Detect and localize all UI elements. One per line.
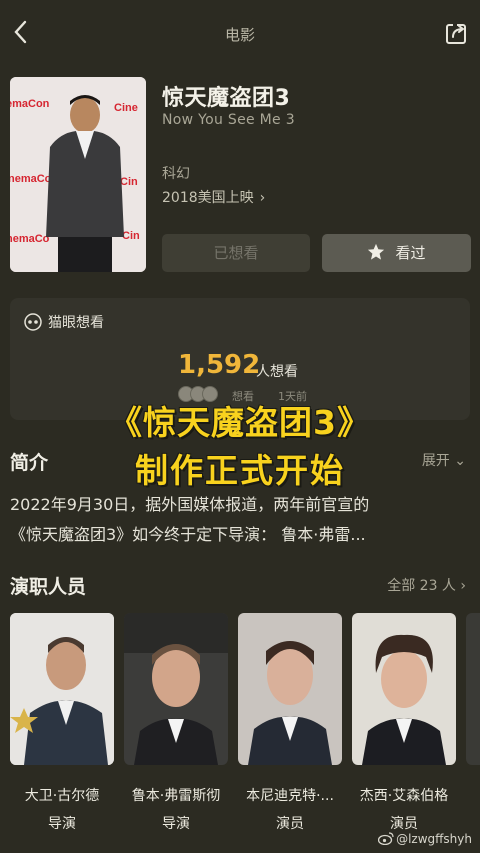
cat-eye-icon (24, 313, 42, 331)
cast-photo (238, 613, 342, 765)
cast-card[interactable] (466, 613, 480, 765)
share-icon (446, 24, 466, 44)
cast-list: 大卫·古尔德 导演 鲁本·弗雷斯彻 导演 本尼迪克特·... 演员 杰西·艾森伯… (10, 613, 480, 843)
maoyan-label: 猫眼想看 (48, 315, 104, 331)
weibo-icon (378, 832, 394, 845)
star-icon (368, 243, 385, 260)
cast-name: 大卫·古尔德 (24, 788, 100, 804)
summary-line: 《惊天魔盗团3》如今终于定下导演： 鲁本·弗雷... (10, 525, 366, 544)
watermark-text: @lzwgffshyh (396, 832, 472, 846)
share-button[interactable] (444, 22, 468, 46)
movie-title: 惊天魔盗团3 (162, 86, 291, 111)
cast-card[interactable]: 大卫·古尔德 导演 (10, 613, 114, 833)
cast-title: 演职人员 (10, 576, 87, 598)
person-photo (10, 613, 114, 765)
weibo-watermark: @lzwgffshyh (378, 832, 472, 846)
top-bar: 电影 (0, 0, 480, 72)
overlay-caption-line2: 制作正式开始 (135, 451, 345, 490)
want-count-label: 人想看 (256, 364, 298, 380)
overlay-caption-line1: 《惊天魔盗团3》 (109, 403, 371, 442)
cast-photo (466, 613, 480, 765)
chevron-right-icon: › (259, 190, 266, 206)
cast-name: 杰西·艾森伯格 (359, 788, 449, 804)
cast-role: 导演 (48, 816, 76, 832)
cast-photo (124, 613, 228, 765)
person-photo (352, 613, 456, 765)
cast-role: 演员 (276, 816, 304, 832)
cast-all-link[interactable]: 全部 23 人 › (387, 575, 466, 595)
page-title: 电影 (224, 26, 255, 44)
seen-label: 看过 (395, 244, 426, 262)
want-count: 1,592 (178, 350, 261, 380)
cast-name: 鲁本·弗雷斯彻 (131, 788, 221, 804)
summary-line: 2022年9月30日，据外国媒体报道，两年前官宣的 (10, 495, 370, 514)
maoyan-header: 猫眼想看 (24, 312, 104, 332)
cast-card[interactable]: 本尼迪克特·... 演员 (238, 613, 342, 833)
movie-poster[interactable]: emaCon Cine nemaCo Cin nemaCo Cin (10, 77, 146, 272)
movie-genre: 科幻 (162, 166, 190, 182)
cast-role: 演员 (390, 816, 418, 832)
movie-english-title: Now You See Me 3 (162, 112, 295, 128)
cast-name: 本尼迪克特·... (246, 788, 334, 804)
person-photo (46, 95, 124, 272)
release-label: 2018美国上映 (162, 190, 254, 206)
seen-button[interactable]: 看过 (322, 234, 471, 272)
cast-card[interactable]: 杰西·艾森伯格 演员 (352, 613, 456, 833)
cast-all-label: 全部 23 人 (387, 578, 456, 594)
summary-text: 2022年9月30日，据外国媒体报道，两年前官宣的 《惊天魔盗团3》如今终于定下… (10, 490, 472, 550)
movie-release-link[interactable]: 2018美国上映 › (162, 187, 265, 207)
cast-photo (10, 613, 114, 765)
want-to-watch-button[interactable]: 已想看 (162, 234, 310, 272)
cast-photo (352, 613, 456, 765)
chevron-right-icon: › (460, 578, 466, 594)
person-photo (238, 613, 342, 765)
cast-card[interactable]: 鲁本·弗雷斯彻 导演 (124, 613, 228, 833)
person-photo (124, 613, 228, 765)
cast-role: 导演 (162, 816, 190, 832)
